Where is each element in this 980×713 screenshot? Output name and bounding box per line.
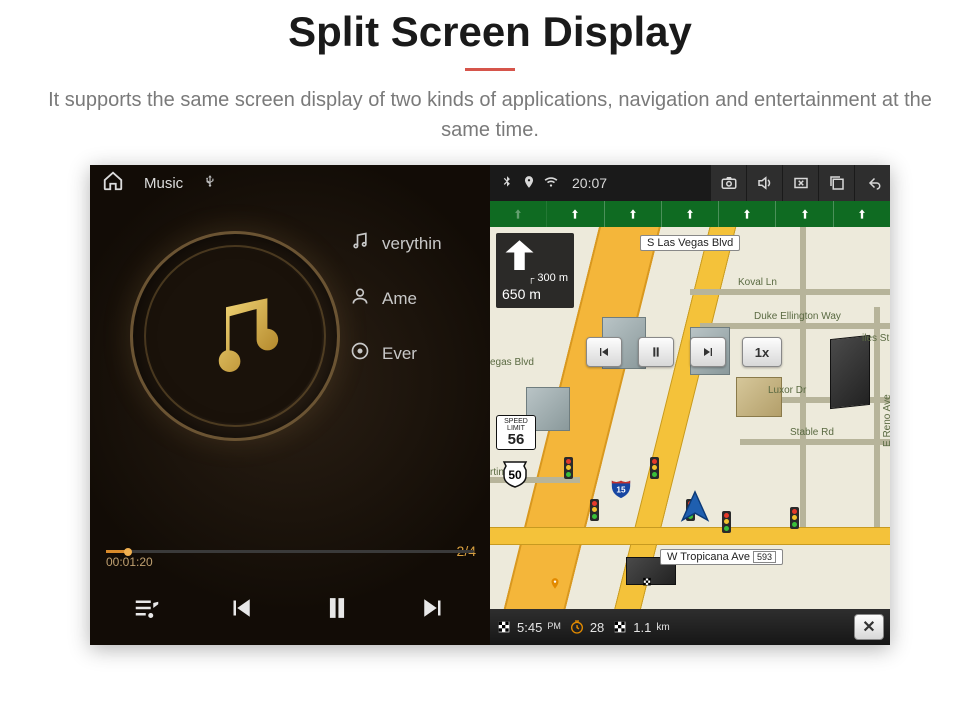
track-meta: verythin Ame Ever <box>350 231 490 366</box>
sim-prev-button[interactable] <box>586 337 622 367</box>
traffic-light-icon <box>564 457 573 479</box>
vehicle-position-icon <box>678 489 712 523</box>
checkered-pin-icon <box>640 577 654 591</box>
nav-statusbar: 20:07 <box>490 165 890 201</box>
location-icon <box>522 175 536 192</box>
traffic-light-icon <box>790 507 799 529</box>
album-row: Ever <box>350 341 490 366</box>
prev-track-button[interactable] <box>226 593 256 628</box>
person-icon <box>350 286 370 311</box>
street-label-stable: Stable Rd <box>790 427 834 438</box>
sim-next-button[interactable] <box>690 337 726 367</box>
music-controls <box>90 575 490 645</box>
nav-footer: 5:45PM 28 1.1 km ✕ <box>490 609 890 645</box>
lane-1 <box>490 201 547 227</box>
music-small-icon <box>350 231 370 256</box>
screenshot-button[interactable] <box>710 165 746 201</box>
lane-5 <box>719 201 776 227</box>
street-label-giles: iles St <box>862 333 889 344</box>
street-label-duke: Duke Ellington Way <box>754 311 841 322</box>
home-icon[interactable] <box>102 170 124 196</box>
device-screen: Music verythin <box>90 165 890 645</box>
svg-text:50: 50 <box>508 468 522 482</box>
play-pause-button[interactable] <box>320 591 354 630</box>
eta-segment[interactable]: 5:45PM <box>496 619 561 635</box>
album-art-ring <box>130 231 340 441</box>
remaining-time-value: 28 <box>590 620 604 635</box>
progress-bar[interactable] <box>106 550 474 553</box>
lane-guidance-bar <box>490 201 890 227</box>
music-app-title: Music <box>144 175 183 192</box>
close-app-button[interactable] <box>782 165 818 201</box>
traffic-light-icon <box>590 499 599 521</box>
street-label-koval: Koval Ln <box>738 277 777 288</box>
nav-close-button[interactable]: ✕ <box>854 614 884 640</box>
route-shield-icon: 50 <box>500 459 530 489</box>
street-label-luxor: Luxor Dr <box>768 385 806 396</box>
building <box>736 377 782 417</box>
road-minor <box>690 289 890 295</box>
road-minor <box>740 439 890 445</box>
lane-6 <box>776 201 833 227</box>
elapsed-time: 00:01:20 <box>106 555 153 569</box>
remaining-dist-segment[interactable]: 1.1 km <box>612 619 669 635</box>
music-body: verythin Ame Ever <box>90 201 490 550</box>
album-name: Ever <box>382 344 417 364</box>
bluetooth-icon <box>500 175 514 192</box>
remaining-dist-unit: km <box>656 622 669 633</box>
building <box>830 335 870 409</box>
sim-speed-button[interactable]: 1x <box>742 337 782 367</box>
page-subtitle: It supports the same screen display of t… <box>30 85 950 145</box>
street-label-vegas-short: egas Blvd <box>490 357 534 368</box>
volume-button[interactable] <box>746 165 782 201</box>
progress-area: 00:01:20 <box>90 550 490 575</box>
title-underline <box>465 68 515 71</box>
street-label-s-las-vegas: S Las Vegas Blvd <box>640 235 740 251</box>
street-label-reno: E Reno Ave <box>882 394 890 447</box>
back-button[interactable] <box>854 165 890 201</box>
next-track-button[interactable] <box>418 593 448 628</box>
interstate-shield-icon: 15 <box>610 477 632 499</box>
music-statusbar: Music <box>90 165 490 201</box>
now-playing-row: verythin <box>350 231 490 256</box>
turn-instruction: ┌ 300 m 650 m <box>496 233 574 308</box>
navigation-app: 20:07 <box>490 165 890 645</box>
sim-pause-button[interactable] <box>638 337 674 367</box>
recents-button[interactable] <box>818 165 854 201</box>
destination-pin-icon <box>548 577 562 591</box>
lane-4 <box>662 201 719 227</box>
wifi-icon <box>544 175 558 192</box>
remaining-time-segment[interactable]: 28 <box>569 619 604 635</box>
remaining-dist-value: 1.1 <box>633 620 651 635</box>
svg-text:15: 15 <box>616 486 626 495</box>
eta-value: 5:45 <box>517 620 542 635</box>
page-title: Split Screen Display <box>0 8 980 56</box>
lane-2 <box>547 201 604 227</box>
traffic-light-icon <box>722 511 731 533</box>
traffic-light-icon <box>650 457 659 479</box>
lane-3 <box>605 201 662 227</box>
lane-7 <box>834 201 890 227</box>
map-canvas[interactable]: S Las Vegas Blvd Koval Ln Duke Ellington… <box>490 227 890 609</box>
street-label-tropicana: W Tropicana Ave 593 <box>660 549 783 565</box>
music-note-icon <box>170 271 300 401</box>
speed-limit-sign: SPEED LIMIT 56 <box>496 415 536 450</box>
playlist-button[interactable] <box>132 593 162 628</box>
music-app: Music verythin <box>90 165 490 645</box>
tropicana-road <box>490 527 890 545</box>
now-playing-title: verythin <box>382 234 442 254</box>
road-minor <box>800 227 806 527</box>
disc-icon <box>350 341 370 366</box>
clock-time: 20:07 <box>572 175 607 191</box>
usb-icon <box>203 174 217 192</box>
artist-name: Ame <box>382 289 417 309</box>
turn-total-distance: 650 m <box>502 286 568 302</box>
artist-row: Ame <box>350 286 490 311</box>
